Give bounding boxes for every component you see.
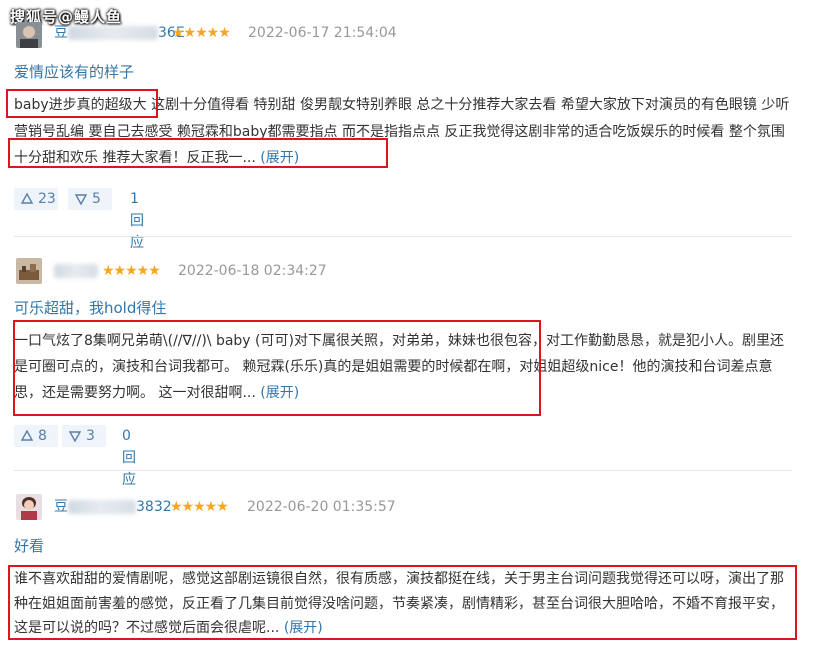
- review-title[interactable]: 爱情应该有的样子: [14, 61, 134, 83]
- username[interactable]: [54, 261, 98, 281]
- triangle-up-icon: [21, 193, 33, 204]
- triangle-down-icon: [75, 194, 87, 205]
- divider: [14, 236, 792, 237]
- triangle-up-icon: [21, 430, 33, 441]
- upvote-button[interactable]: 8: [14, 425, 58, 447]
- highlight-box: [8, 138, 388, 168]
- highlight-box: [6, 89, 158, 118]
- triangle-down-icon: [69, 431, 81, 442]
- highlight-box: [13, 320, 541, 416]
- rating-stars: ★★★★★: [170, 499, 229, 515]
- upvote-button[interactable]: 23: [14, 188, 58, 210]
- review-date: 2022-06-20 01:35:57: [247, 499, 396, 515]
- highlight-box: [8, 565, 797, 640]
- reply-link[interactable]: 0回应: [122, 425, 136, 491]
- review-title[interactable]: 好看: [14, 535, 44, 557]
- downvote-button[interactable]: 3: [62, 425, 106, 447]
- username[interactable]: 豆 36E: [54, 23, 185, 43]
- divider: [14, 470, 792, 471]
- review-title[interactable]: 可乐超甜，我hold得住: [14, 297, 166, 319]
- username[interactable]: 豆 3832: [54, 497, 172, 517]
- avatar[interactable]: [16, 258, 42, 284]
- rating-stars: ★★★★★: [102, 263, 161, 279]
- avatar[interactable]: [16, 494, 42, 520]
- reply-link[interactable]: 1回应: [130, 188, 144, 254]
- downvote-button[interactable]: 5: [68, 188, 112, 210]
- review-date: 2022-06-18 02:34:27: [178, 263, 327, 279]
- rating-stars: ★★★★★: [172, 25, 231, 41]
- review-date: 2022-06-17 21:54:04: [248, 25, 397, 41]
- avatar[interactable]: [16, 22, 42, 48]
